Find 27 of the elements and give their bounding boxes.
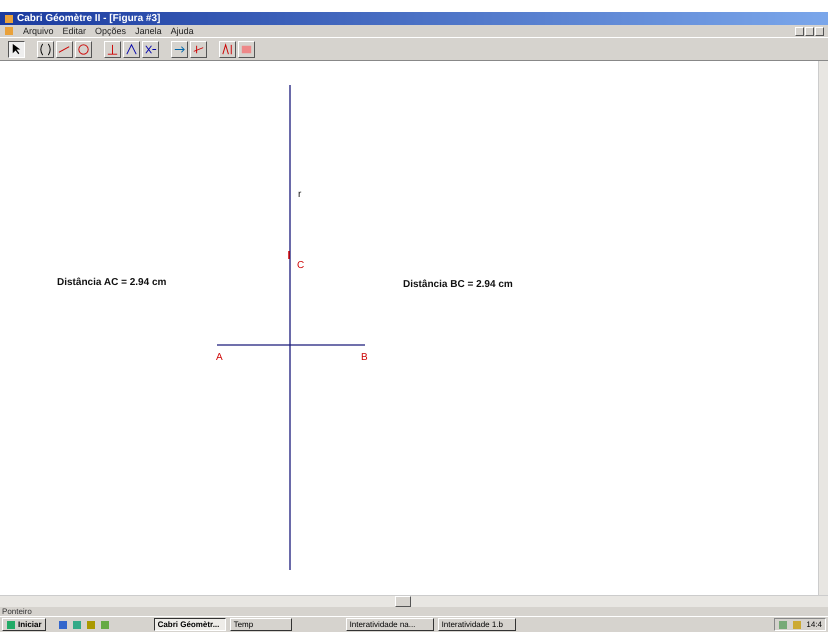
minimize-button[interactable] — [795, 26, 804, 36]
menu-item[interactable]: Arquivo — [23, 26, 54, 36]
circle-icon — [76, 42, 91, 56]
start-button[interactable]: Iniciar — [2, 618, 46, 631]
taskbar-button[interactable]: Cabri Géomètr... — [154, 618, 226, 631]
taskbar-button[interactable]: Interatividade na... — [346, 618, 434, 631]
point-mark — [288, 251, 290, 259]
status-text: Ponteiro — [2, 607, 32, 616]
taskbar-button[interactable]: Interatividade 1.b — [438, 618, 516, 631]
menu-item[interactable]: Opções — [95, 26, 126, 36]
distance-label: Distância AC = 2.94 cm — [57, 277, 166, 288]
distance-label: Distância BC = 2.94 cm — [403, 279, 513, 290]
clock: 14:4 — [806, 620, 822, 629]
horizontal-scrollbar[interactable] — [0, 595, 828, 607]
window-title: Cabri Géomètre II - [Figura #3] — [17, 13, 160, 24]
taskbar-button[interactable]: Temp — [230, 618, 292, 631]
menu-item[interactable]: Editar — [62, 26, 86, 36]
menu-item[interactable]: Janela — [135, 26, 162, 36]
point-label: A — [216, 352, 223, 363]
tool-button[interactable] — [8, 40, 25, 58]
point-label: C — [297, 260, 304, 271]
close-button[interactable] — [815, 26, 824, 36]
vertical-scrollbar[interactable] — [818, 61, 828, 595]
restore-button[interactable] — [805, 26, 814, 36]
menu-item[interactable]: Ajuda — [170, 26, 194, 36]
line-label: r — [298, 189, 302, 200]
point-label: B — [361, 352, 368, 363]
